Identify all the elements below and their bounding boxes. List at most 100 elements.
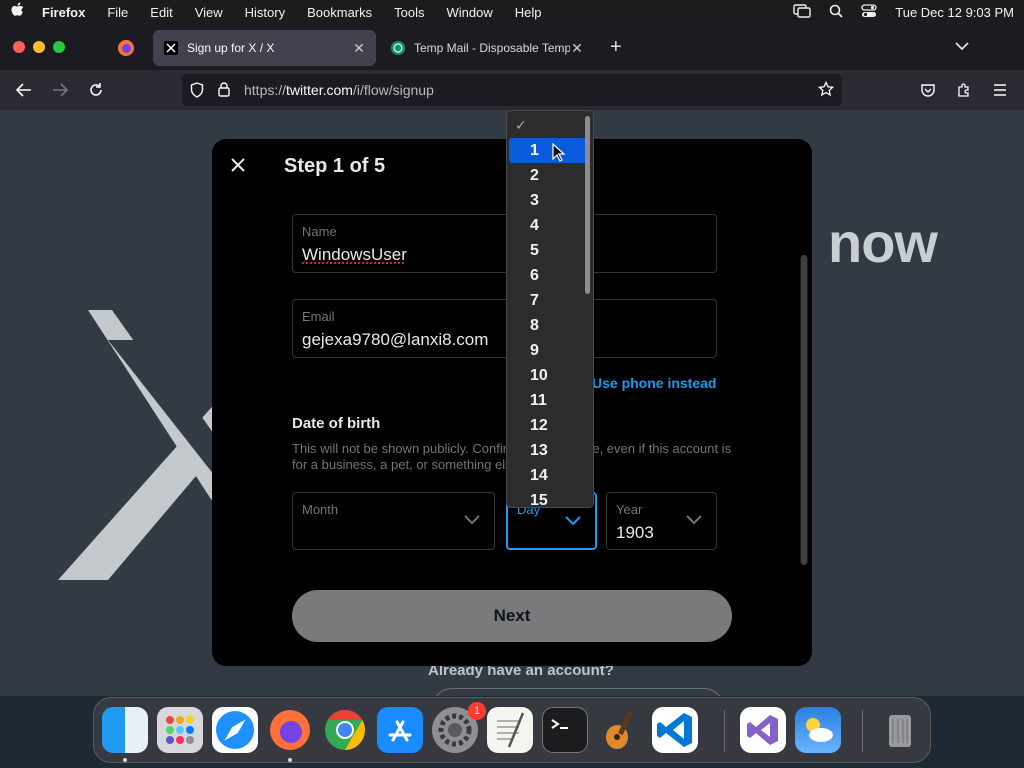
app-store-icon[interactable]	[377, 707, 423, 753]
chevron-down-icon	[565, 516, 581, 526]
name-value[interactable]: WindowsUser	[302, 245, 407, 265]
chrome-icon[interactable]	[322, 707, 368, 753]
tab-temp-mail[interactable]: Temp Mail - Disposable Tempor ✕	[380, 30, 594, 66]
tab-close-icon[interactable]: ✕	[570, 40, 584, 57]
window-minimize-button[interactable]	[33, 41, 45, 53]
terminal-icon[interactable]	[542, 707, 588, 753]
menubar-clock[interactable]: Tue Dec 12 9:03 PM	[895, 5, 1014, 20]
mouse-pointer-icon	[552, 143, 566, 162]
day-option[interactable]: 6	[507, 263, 593, 288]
menu-history[interactable]: History	[245, 5, 285, 20]
menu-edit[interactable]: Edit	[150, 5, 172, 20]
safari-icon[interactable]	[212, 707, 258, 753]
next-button[interactable]: Next	[292, 590, 732, 642]
pinned-firefox-tab[interactable]	[112, 34, 140, 62]
day-option[interactable]: 1	[509, 138, 587, 163]
name-field[interactable]: Name WindowsUser	[292, 214, 717, 273]
tracking-protection-shield-icon[interactable]	[190, 82, 204, 101]
menu-app-name[interactable]: Firefox	[42, 5, 85, 20]
bookmark-star-icon[interactable]	[817, 80, 835, 100]
tab-close-icon[interactable]: ✕	[352, 40, 366, 57]
day-option[interactable]: 7	[507, 288, 593, 313]
day-option[interactable]: 10	[507, 363, 593, 388]
running-indicator	[288, 758, 292, 762]
reload-icon[interactable]	[84, 78, 108, 102]
email-field[interactable]: Email gejexa9780@lanxi8.com	[292, 299, 717, 358]
vscode-icon[interactable]	[652, 707, 698, 753]
day-option[interactable]: 12	[507, 413, 593, 438]
tab-label: Temp Mail - Disposable Tempor	[414, 41, 570, 55]
year-select[interactable]: Year 1903	[606, 492, 717, 550]
control-center-icon[interactable]	[861, 3, 877, 21]
background-sign-in-button[interactable]	[432, 688, 724, 696]
chevron-down-icon	[686, 515, 702, 525]
menu-file[interactable]: File	[107, 5, 128, 20]
x-logo-icon	[163, 40, 179, 56]
menu-window[interactable]: Window	[447, 5, 493, 20]
day-option[interactable]: 9	[507, 338, 593, 363]
trash-icon[interactable]	[877, 707, 923, 753]
day-option[interactable]: 3	[507, 188, 593, 213]
tab-sign-up-x[interactable]: Sign up for X / X ✕	[153, 30, 376, 66]
hamburger-menu-icon[interactable]	[988, 78, 1012, 102]
month-select[interactable]: Month	[292, 492, 495, 550]
screen-mirroring-icon[interactable]	[793, 3, 811, 21]
day-option[interactable]: 8	[507, 313, 593, 338]
chevron-down-icon	[464, 515, 480, 525]
month-label: Month	[302, 502, 339, 517]
url-host: twitter.com	[286, 82, 353, 98]
dropdown-scrollbar[interactable]	[585, 116, 590, 294]
menu-tools[interactable]: Tools	[394, 5, 424, 20]
day-option[interactable]: 2	[507, 163, 593, 188]
lock-icon[interactable]	[218, 82, 230, 100]
day-option[interactable]: 5	[507, 238, 593, 263]
launchpad-icon[interactable]	[157, 707, 203, 753]
url-text[interactable]: https://twitter.com/i/flow/signup	[244, 82, 434, 98]
modal-close-icon[interactable]	[228, 155, 248, 175]
pocket-icon[interactable]	[916, 78, 940, 102]
back-arrow-icon[interactable]	[12, 78, 36, 102]
email-label: Email	[302, 309, 335, 324]
firefox-icon[interactable]	[267, 707, 313, 753]
url-bar[interactable]: https://twitter.com/i/flow/signup	[182, 74, 842, 106]
dropdown-checkmark: ✓	[515, 117, 527, 133]
forward-arrow-icon[interactable]	[48, 78, 72, 102]
year-label: Year	[616, 502, 643, 517]
menu-view[interactable]: View	[195, 5, 223, 20]
macos-dock: 1	[93, 697, 931, 763]
spotlight-search-icon[interactable]	[829, 4, 843, 21]
modal-scrollbar-thumb[interactable]	[801, 255, 807, 565]
dock-separator	[862, 710, 863, 752]
step-title: Step 1 of 5	[284, 155, 386, 177]
day-dropdown-list[interactable]: ✓ 1 2 3 4 5 6 7 8 9 10 11 12 13 14 15	[506, 110, 594, 508]
extensions-puzzle-icon[interactable]	[952, 78, 976, 102]
menu-bookmarks[interactable]: Bookmarks	[307, 5, 372, 20]
window-zoom-button[interactable]	[53, 41, 65, 53]
background-headline: now	[828, 211, 938, 274]
navigation-toolbar: https://twitter.com/i/flow/signup	[0, 70, 1024, 110]
garageband-icon[interactable]	[597, 707, 643, 753]
day-option[interactable]: 14	[507, 463, 593, 488]
new-tab-plus-icon[interactable]: +	[610, 36, 622, 59]
apple-menu-icon[interactable]	[10, 2, 42, 22]
year-value: 1903	[616, 523, 654, 542]
finder-icon[interactable]	[102, 707, 148, 753]
day-option[interactable]: 13	[507, 438, 593, 463]
x-logo-background-icon	[48, 310, 218, 580]
weather-icon[interactable]	[795, 707, 841, 753]
menu-help[interactable]: Help	[515, 5, 542, 20]
email-value[interactable]: gejexa9780@lanxi8.com	[302, 330, 488, 350]
tab-label: Sign up for X / X	[187, 41, 275, 55]
name-label: Name	[302, 224, 337, 239]
tab-strip: Sign up for X / X ✕ Temp Mail - Disposab…	[0, 24, 1024, 70]
window-close-button[interactable]	[13, 41, 25, 53]
day-option[interactable]: 15	[507, 488, 593, 507]
day-option[interactable]: 4	[507, 213, 593, 238]
use-phone-instead-link[interactable]: Use phone instead	[592, 375, 716, 391]
list-all-tabs-chevron-icon[interactable]	[954, 38, 970, 56]
textedit-icon[interactable]	[487, 707, 533, 753]
day-option[interactable]: 11	[507, 388, 593, 413]
firefox-icon	[118, 40, 134, 56]
modal-scrollbar[interactable]	[800, 255, 808, 565]
visual-studio-icon[interactable]	[740, 707, 786, 753]
